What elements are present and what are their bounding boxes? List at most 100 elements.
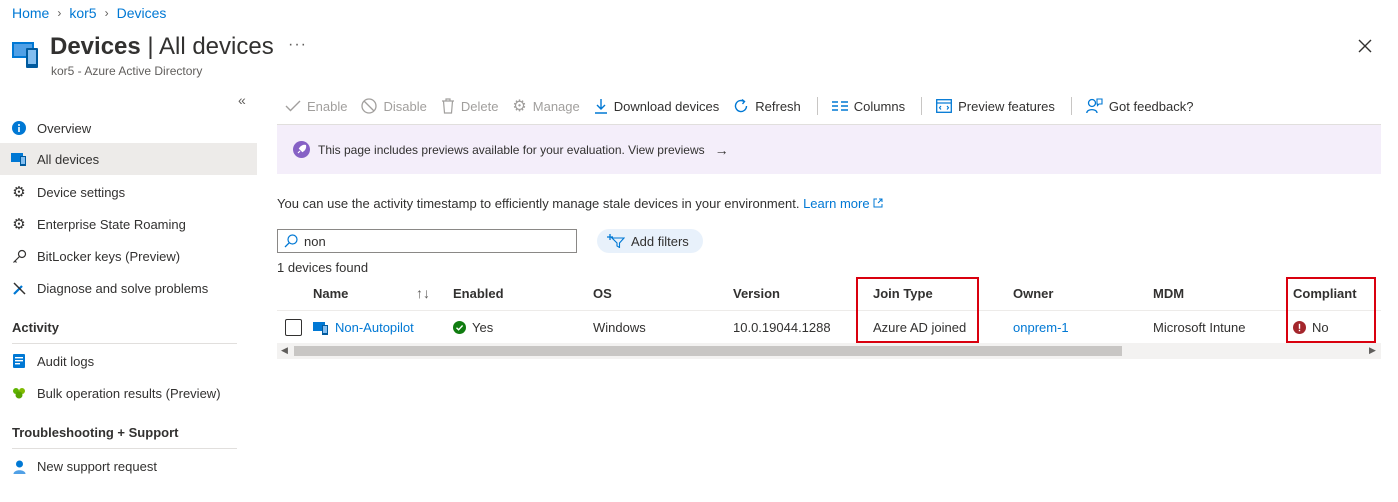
- scroll-left-icon[interactable]: ◀: [281, 345, 288, 356]
- column-header-version[interactable]: Version: [733, 286, 780, 301]
- table-cell-owner: onprem-1: [1013, 320, 1069, 335]
- table-cell-mdm: Microsoft Intune: [1153, 320, 1246, 335]
- info-text: You can use the activity timestamp to ef…: [277, 196, 800, 211]
- scroll-right-icon[interactable]: ▶: [1369, 345, 1376, 356]
- toolbar-divider: [1070, 97, 1072, 115]
- page-subtitle: kor5 - Azure Active Directory: [51, 64, 203, 78]
- learn-more-link[interactable]: Learn more: [803, 196, 883, 211]
- column-header-mdm[interactable]: MDM: [1153, 286, 1184, 301]
- table-row-name[interactable]: Non-Autopilot: [313, 320, 414, 335]
- disable-button[interactable]: Disable: [361, 98, 427, 114]
- device-icon: [313, 321, 328, 335]
- manage-button[interactable]: ⚙ Manage: [512, 96, 579, 116]
- info-icon: [11, 120, 27, 136]
- sidebar-item-label: New support request: [37, 458, 157, 474]
- columns-button[interactable]: Columns: [831, 99, 905, 114]
- column-header-os[interactable]: OS: [593, 286, 612, 301]
- enable-button[interactable]: Enable: [285, 99, 347, 114]
- table-cell-os: Windows: [593, 320, 646, 335]
- breadcrumb: Home › kor5 › Devices: [12, 5, 166, 21]
- column-header-name[interactable]: Name: [313, 286, 348, 301]
- preview-banner[interactable]: This page includes previews available fo…: [277, 124, 1381, 174]
- learn-more-label: Learn more: [803, 196, 870, 211]
- check-circle-icon: [453, 321, 466, 334]
- sidebar-item-label: BitLocker keys (Preview): [37, 248, 181, 264]
- search-field[interactable]: [277, 229, 577, 253]
- enabled-value: Yes: [472, 320, 494, 335]
- page-title-rest: | All devices: [140, 33, 274, 60]
- delete-label: Delete: [460, 98, 499, 114]
- refresh-button[interactable]: Refresh: [733, 98, 801, 114]
- manage-label: Manage: [532, 98, 580, 114]
- sidebar-section-support: Troubleshooting + Support: [12, 425, 179, 440]
- feedback-button[interactable]: Got feedback?: [1086, 98, 1194, 114]
- trash-icon: [441, 98, 454, 114]
- gear-icon: ⚙: [12, 184, 26, 201]
- breadcrumb-devices[interactable]: Devices: [117, 5, 167, 21]
- owner-link[interactable]: onprem-1: [1013, 320, 1069, 335]
- download-icon: [594, 99, 607, 114]
- search-icon: [284, 234, 298, 248]
- toolbar-divider: [816, 97, 818, 115]
- table-cell-enabled: Yes: [453, 320, 493, 335]
- sidebar-item-audit-logs[interactable]: Audit logs: [0, 345, 257, 377]
- sidebar-item-label: Enterprise State Roaming: [37, 216, 186, 232]
- page-title-main: Devices: [50, 33, 141, 60]
- check-icon: [285, 100, 301, 112]
- collapse-sidebar-button[interactable]: «: [238, 92, 246, 108]
- rocket-icon: [293, 141, 310, 158]
- sidebar-item-label: Audit logs: [37, 353, 95, 369]
- sidebar-item-new-support-request[interactable]: New support request: [0, 450, 257, 482]
- add-filters-label: Add filters: [631, 233, 689, 249]
- more-options-button[interactable]: ···: [288, 36, 307, 54]
- enable-label: Enable: [307, 98, 348, 114]
- sidebar-item-label: Bulk operation results (Preview): [37, 385, 221, 401]
- device-icon: [11, 151, 27, 167]
- columns-icon: [831, 101, 848, 111]
- sidebar-item-enterprise-state-roaming[interactable]: ⚙ Enterprise State Roaming: [0, 208, 257, 240]
- breadcrumb-kor5[interactable]: kor5: [69, 5, 96, 21]
- chevron-right-icon: ›: [57, 6, 62, 20]
- sidebar-item-device-settings[interactable]: ⚙ Device settings: [0, 176, 257, 208]
- sidebar-item-overview[interactable]: Overview: [0, 112, 257, 144]
- row-select-checkbox[interactable]: [285, 319, 302, 336]
- results-count: 1 devices found: [277, 260, 369, 275]
- banner-text: This page includes previews available fo…: [318, 142, 705, 157]
- feedback-icon: [1086, 98, 1103, 114]
- sidebar-item-diagnose[interactable]: Diagnose and solve problems: [0, 272, 257, 304]
- preview-icon: [936, 99, 953, 113]
- sidebar-item-label: Overview: [37, 120, 92, 136]
- sort-icon[interactable]: ↑↓: [416, 285, 430, 301]
- sidebar-item-all-devices[interactable]: All devices: [0, 143, 257, 175]
- people-icon: [11, 385, 27, 401]
- close-icon[interactable]: [1355, 36, 1375, 56]
- refresh-icon: [735, 98, 748, 113]
- breadcrumb-home[interactable]: Home: [12, 5, 49, 21]
- preview-features-button[interactable]: Preview features: [936, 99, 1055, 114]
- feedback-label: Got feedback?: [1108, 98, 1194, 114]
- delete-button[interactable]: Delete: [441, 98, 499, 114]
- command-bar: Enable Disable Delete ⚙ Manage Download …: [285, 94, 1207, 118]
- table-cell-version: 10.0.19044.1288: [733, 320, 831, 335]
- stale-devices-info: You can use the activity timestamp to ef…: [277, 196, 883, 211]
- search-input[interactable]: [304, 233, 564, 249]
- column-header-enabled[interactable]: Enabled: [453, 286, 504, 301]
- column-header-owner[interactable]: Owner: [1013, 286, 1053, 301]
- download-label: Download devices: [613, 98, 720, 114]
- sidebar-section-activity: Activity: [12, 320, 59, 335]
- device-name-link[interactable]: Non-Autopilot: [335, 320, 414, 335]
- support-person-icon: [11, 458, 27, 474]
- sidebar-item-bulk-operation-results[interactable]: Bulk operation results (Preview): [0, 377, 257, 409]
- sidebar-divider: [12, 448, 237, 449]
- download-devices-button[interactable]: Download devices: [594, 98, 720, 114]
- add-filters-button[interactable]: Add filters: [597, 229, 703, 253]
- external-link-icon: [873, 198, 883, 208]
- scrollbar-thumb[interactable]: [294, 346, 1122, 356]
- sidebar-item-label: Diagnose and solve problems: [37, 280, 209, 296]
- toolbar-divider: [921, 97, 923, 115]
- header-divider: [277, 310, 1381, 311]
- gear-icon: ⚙: [512, 98, 527, 115]
- sidebar-item-bitlocker-keys[interactable]: BitLocker keys (Preview): [0, 240, 257, 272]
- compliant-highlight: [1286, 277, 1376, 343]
- chevron-right-icon: ›: [104, 6, 109, 20]
